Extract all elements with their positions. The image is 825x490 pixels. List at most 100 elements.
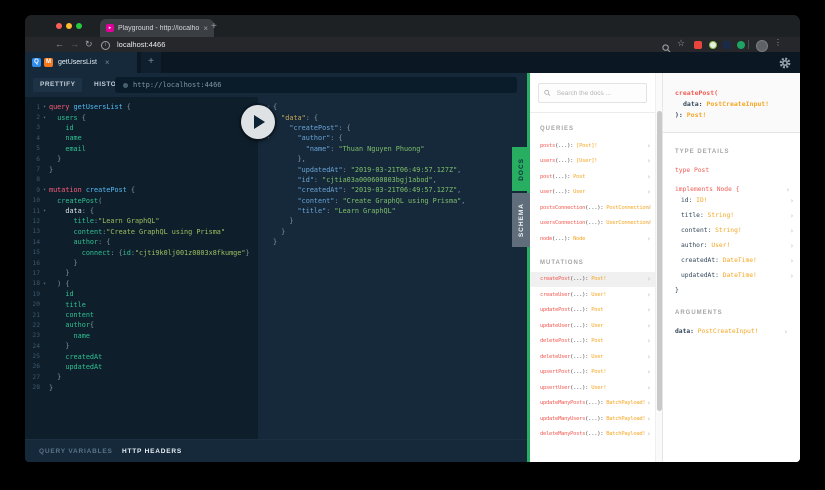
browser-tab-bar: ▸ Playground - http://localhost:4 × +	[25, 15, 800, 37]
code-line: 15 connect: {id:"cjti9k0lj001z0803x8fkum…	[25, 247, 258, 257]
browser-tab[interactable]: ▸ Playground - http://localhost:4 ×	[100, 19, 214, 37]
prettify-button[interactable]: PRETTIFY	[33, 78, 83, 92]
new-tab-button[interactable]: +	[211, 21, 217, 33]
type-declaration: type Post	[675, 167, 710, 174]
code-line: 21 content	[25, 310, 258, 320]
docs-item-createUser[interactable]: createUser (...): User! ›	[530, 287, 655, 303]
docs-item-updateManyPosts[interactable]: updateManyPosts (...): BatchPayload! ›	[530, 396, 655, 412]
docs-item-deletePost[interactable]: deletePost (...): Post ›	[530, 334, 655, 350]
implements-declaration[interactable]: implements Node { ›	[675, 186, 794, 194]
chevron-right-icon: ›	[789, 196, 794, 205]
docs-item-node[interactable]: node (...): Node ›	[530, 231, 655, 247]
playground-tab-getuserslist[interactable]: Q M getUsersList ×	[25, 52, 137, 73]
playground-tab-title: getUsersList	[58, 59, 97, 66]
code-line: 28}	[25, 383, 258, 393]
schema-side-tab[interactable]: SCHEMA	[512, 193, 530, 247]
line-number: 27	[32, 373, 40, 381]
fold-arrow-icon[interactable]: ▾	[40, 208, 49, 214]
docs-item-updateManyUsers[interactable]: updateManyUsers (...): BatchPayload! ›	[530, 411, 655, 427]
chevron-right-icon: ›	[646, 188, 651, 197]
profile-avatar[interactable]	[756, 39, 768, 52]
docs-item-deleteUser[interactable]: deleteUser (...): User ›	[530, 349, 655, 365]
extension-icon[interactable]	[709, 40, 717, 49]
docs-search-input[interactable]	[554, 88, 641, 98]
reload-icon[interactable]: ↻	[85, 38, 93, 51]
argument-data[interactable]: data: PostCreateInput! ›	[675, 328, 794, 336]
chevron-right-icon: ›	[789, 241, 794, 250]
traffic-light-close-icon[interactable]	[56, 23, 62, 29]
chevron-right-icon: ›	[646, 383, 651, 392]
chevron-right-icon: ›	[646, 275, 651, 284]
http-headers-tab[interactable]: HTTP HEADERS	[122, 448, 182, 455]
docs-scrollbar[interactable]	[655, 73, 662, 462]
browser-menu-icon[interactable]: ⋮	[774, 38, 782, 47]
chevron-right-icon: ›	[646, 337, 651, 346]
docs-item-postsConnection[interactable]: postsConnection (...): PostConnection! ›	[530, 200, 655, 216]
gear-icon[interactable]	[779, 56, 791, 69]
extension-icon[interactable]	[723, 40, 731, 49]
chevron-right-icon: ›	[789, 256, 794, 265]
new-playground-tab-button[interactable]: +	[141, 52, 161, 73]
docs-item-user[interactable]: user (...): User ›	[530, 185, 655, 201]
docs-item-updateUser[interactable]: updateUser (...): User ›	[530, 318, 655, 334]
line-number: 16	[32, 259, 40, 267]
fold-arrow-icon[interactable]: ▾	[40, 104, 49, 110]
code-line: 27 }	[25, 372, 258, 382]
docs-search-box[interactable]	[538, 83, 647, 103]
code-line: 12 title:"Learn GraphQL"	[25, 216, 258, 226]
code-line: 2 ▾ users {	[25, 112, 258, 122]
mutation-badge-icon: M	[44, 58, 53, 67]
signature-name: createPost(	[675, 89, 719, 97]
close-tab-icon[interactable]: ×	[203, 24, 208, 33]
endpoint-url-input[interactable]: http://localhost:4466	[115, 77, 517, 93]
type-field-id[interactable]: id: ID! ›	[681, 193, 800, 208]
extension-icon[interactable]	[737, 40, 745, 49]
code-line: 5 email	[25, 144, 258, 154]
back-icon[interactable]: ←	[55, 38, 64, 51]
docs-item-upsertPost[interactable]: upsertPost (...): Post! ›	[530, 365, 655, 381]
code-line: ▾{	[264, 102, 527, 112]
code-line: ▾ "data": {	[264, 112, 527, 122]
docs-item-upsertUser[interactable]: upsertUser (...): User! ›	[530, 380, 655, 396]
fold-arrow-icon[interactable]: ▾	[40, 115, 49, 121]
playground-toolbar: PRETTIFY HISTORY http://localhost:4466	[25, 73, 527, 97]
forward-icon[interactable]: →	[70, 38, 79, 51]
type-field-createdAt[interactable]: createdAt: DateTime! ›	[681, 253, 800, 268]
fold-arrow-icon[interactable]: ▾	[40, 281, 49, 287]
bookmark-star-icon[interactable]: ☆	[677, 38, 685, 49]
chevron-right-icon: ›	[789, 271, 794, 280]
extension-icon[interactable]	[694, 40, 702, 49]
query-editor[interactable]: 1 ▾ query getUsersList {2 ▾ users {3 id 4 na…	[25, 97, 258, 439]
code-line: 24 }	[25, 341, 258, 351]
docs-item-createPost[interactable]: createPost (...): Post! ›	[530, 271, 655, 287]
docs-side-tab[interactable]: DOCS	[512, 147, 530, 191]
type-field-content[interactable]: content: String! ›	[681, 223, 800, 238]
browser-window: ▸ Playground - http://localhost:4 × + ← …	[25, 15, 800, 462]
docs-item-deleteManyPosts[interactable]: deleteManyPosts (...): BatchPayload! ›	[530, 427, 655, 443]
line-number: 22	[32, 321, 40, 329]
fold-arrow-icon[interactable]: ▾	[40, 187, 49, 193]
graphql-playground: Q M getUsersList × + PRETTIFY HISTORY ht…	[25, 52, 800, 462]
play-button[interactable]	[241, 105, 275, 139]
docs-item-post[interactable]: post (...): Post ›	[530, 169, 655, 185]
type-field-author[interactable]: author: User! ›	[681, 238, 800, 253]
traffic-light-minimize-icon[interactable]	[66, 23, 72, 29]
docs-item-usersConnection[interactable]: usersConnection (...): UserConnection! ›	[530, 216, 655, 232]
type-field-updatedAt[interactable]: updatedAt: DateTime! ›	[681, 268, 800, 283]
line-number: 8	[36, 176, 40, 184]
code-line: }	[273, 238, 278, 247]
arguments-header: ARGUMENTS	[675, 310, 723, 316]
chevron-right-icon: ›	[646, 172, 651, 181]
docs-item-updatePost[interactable]: updatePost (...): Post ›	[530, 303, 655, 319]
docs-item-users[interactable]: users (...): [User]! ›	[530, 154, 655, 170]
address-bar-url[interactable]: localhost:4466	[117, 40, 165, 49]
signature-return-type[interactable]: Post!	[687, 111, 707, 119]
site-info-icon[interactable]: i	[101, 40, 110, 50]
docs-item-posts[interactable]: posts (...): [Post]! ›	[530, 138, 655, 154]
type-field-title[interactable]: title: String! ›	[681, 208, 800, 223]
signature-arg-type[interactable]: PostCreateInput!	[706, 100, 769, 108]
query-variables-tab[interactable]: QUERY VARIABLES	[39, 448, 113, 455]
traffic-light-zoom-icon[interactable]	[76, 23, 82, 29]
code-line: 6 }	[25, 154, 258, 164]
close-playground-tab-icon[interactable]: ×	[105, 58, 110, 67]
